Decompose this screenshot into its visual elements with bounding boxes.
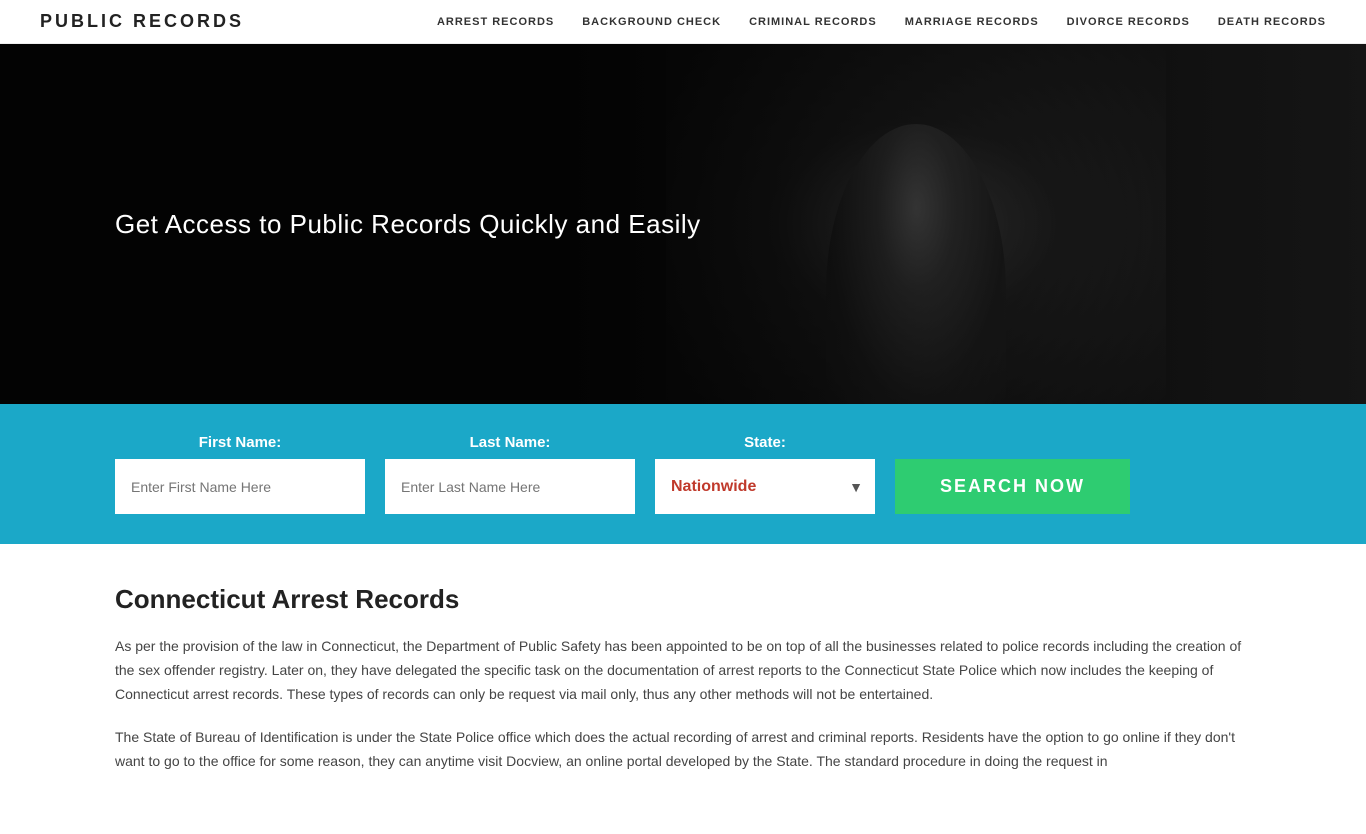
hero-content: Get Access to Public Records Quickly and… bbox=[0, 209, 701, 240]
nav-divorce-records[interactable]: DIVORCE RECORDS bbox=[1067, 16, 1190, 28]
content-heading: Connecticut Arrest Records bbox=[115, 584, 1251, 615]
search-bar: First Name: Last Name: State: Nationwide… bbox=[0, 404, 1366, 544]
nav-marriage-records[interactable]: MARRIAGE RECORDS bbox=[905, 16, 1039, 28]
last-name-label: Last Name: bbox=[385, 434, 635, 451]
content-paragraph-1: As per the provision of the law in Conne… bbox=[115, 635, 1251, 706]
state-select-wrapper: Nationwide Alabama Alaska Arizona Arkans… bbox=[655, 459, 875, 514]
state-label: State: bbox=[655, 434, 875, 451]
hero-title: Get Access to Public Records Quickly and… bbox=[115, 209, 701, 240]
content-paragraph-2: The State of Bureau of Identification is… bbox=[115, 726, 1251, 774]
site-header: PUBLIC RECORDS ARREST RECORDS BACKGROUND… bbox=[0, 0, 1366, 44]
nav-criminal-records[interactable]: CRIMINAL RECORDS bbox=[749, 16, 877, 28]
state-select[interactable]: Nationwide Alabama Alaska Arizona Arkans… bbox=[655, 459, 875, 514]
main-nav: ARREST RECORDS BACKGROUND CHECK CRIMINAL… bbox=[437, 16, 1326, 28]
hero-section: Get Access to Public Records Quickly and… bbox=[0, 44, 1366, 404]
state-field: State: Nationwide Alabama Alaska Arizona… bbox=[655, 434, 875, 514]
first-name-field: First Name: bbox=[115, 434, 365, 514]
main-content: Connecticut Arrest Records As per the pr… bbox=[0, 544, 1366, 834]
last-name-field: Last Name: bbox=[385, 434, 635, 514]
search-now-button[interactable]: SEARCH NOW bbox=[895, 459, 1130, 514]
last-name-input[interactable] bbox=[385, 459, 635, 514]
nav-arrest-records[interactable]: ARREST RECORDS bbox=[437, 16, 554, 28]
nav-death-records[interactable]: DEATH RECORDS bbox=[1218, 16, 1326, 28]
nav-background-check[interactable]: BACKGROUND CHECK bbox=[582, 16, 721, 28]
first-name-label: First Name: bbox=[115, 434, 365, 451]
site-logo: PUBLIC RECORDS bbox=[40, 11, 244, 32]
first-name-input[interactable] bbox=[115, 459, 365, 514]
